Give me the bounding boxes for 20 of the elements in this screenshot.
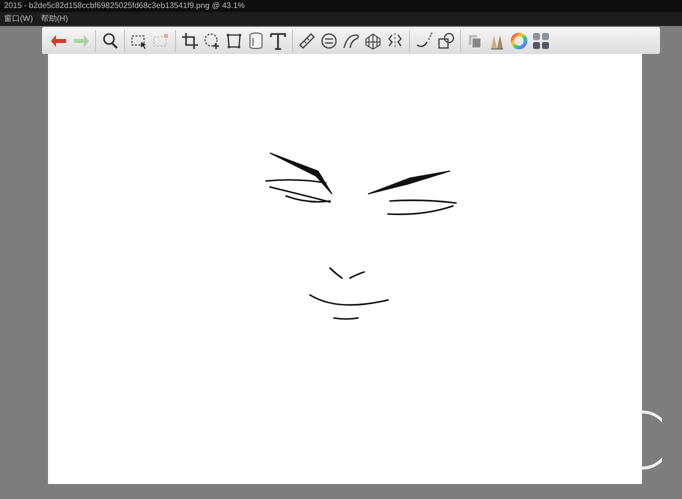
text-icon xyxy=(269,32,287,50)
cylinder-icon xyxy=(247,32,265,50)
menu-item[interactable]: 窗口(W) xyxy=(0,12,37,26)
symmetry-icon xyxy=(386,32,404,50)
dotted-circle-icon xyxy=(203,32,221,50)
ruler-icon xyxy=(298,32,316,50)
window-title: 2015 - b2de5c82d158ccbf69825025fd68c3eb13541f9.png @ 43.1% xyxy=(0,0,682,12)
french-curve-icon xyxy=(342,32,360,50)
ring-icon xyxy=(640,410,662,470)
crop-icon xyxy=(181,32,199,50)
search-icon xyxy=(101,32,119,50)
shapes-icon xyxy=(437,32,455,50)
grid-icon xyxy=(532,32,550,50)
stroke-curve-icon xyxy=(415,32,433,50)
ellipse-guide-icon xyxy=(320,32,338,50)
color-wheel-icon xyxy=(510,32,528,50)
selection-icon xyxy=(152,32,170,50)
menu-item[interactable]: 帮助(H) xyxy=(36,12,72,26)
transform-icon xyxy=(225,32,243,50)
perspective-grid-icon xyxy=(364,32,382,50)
